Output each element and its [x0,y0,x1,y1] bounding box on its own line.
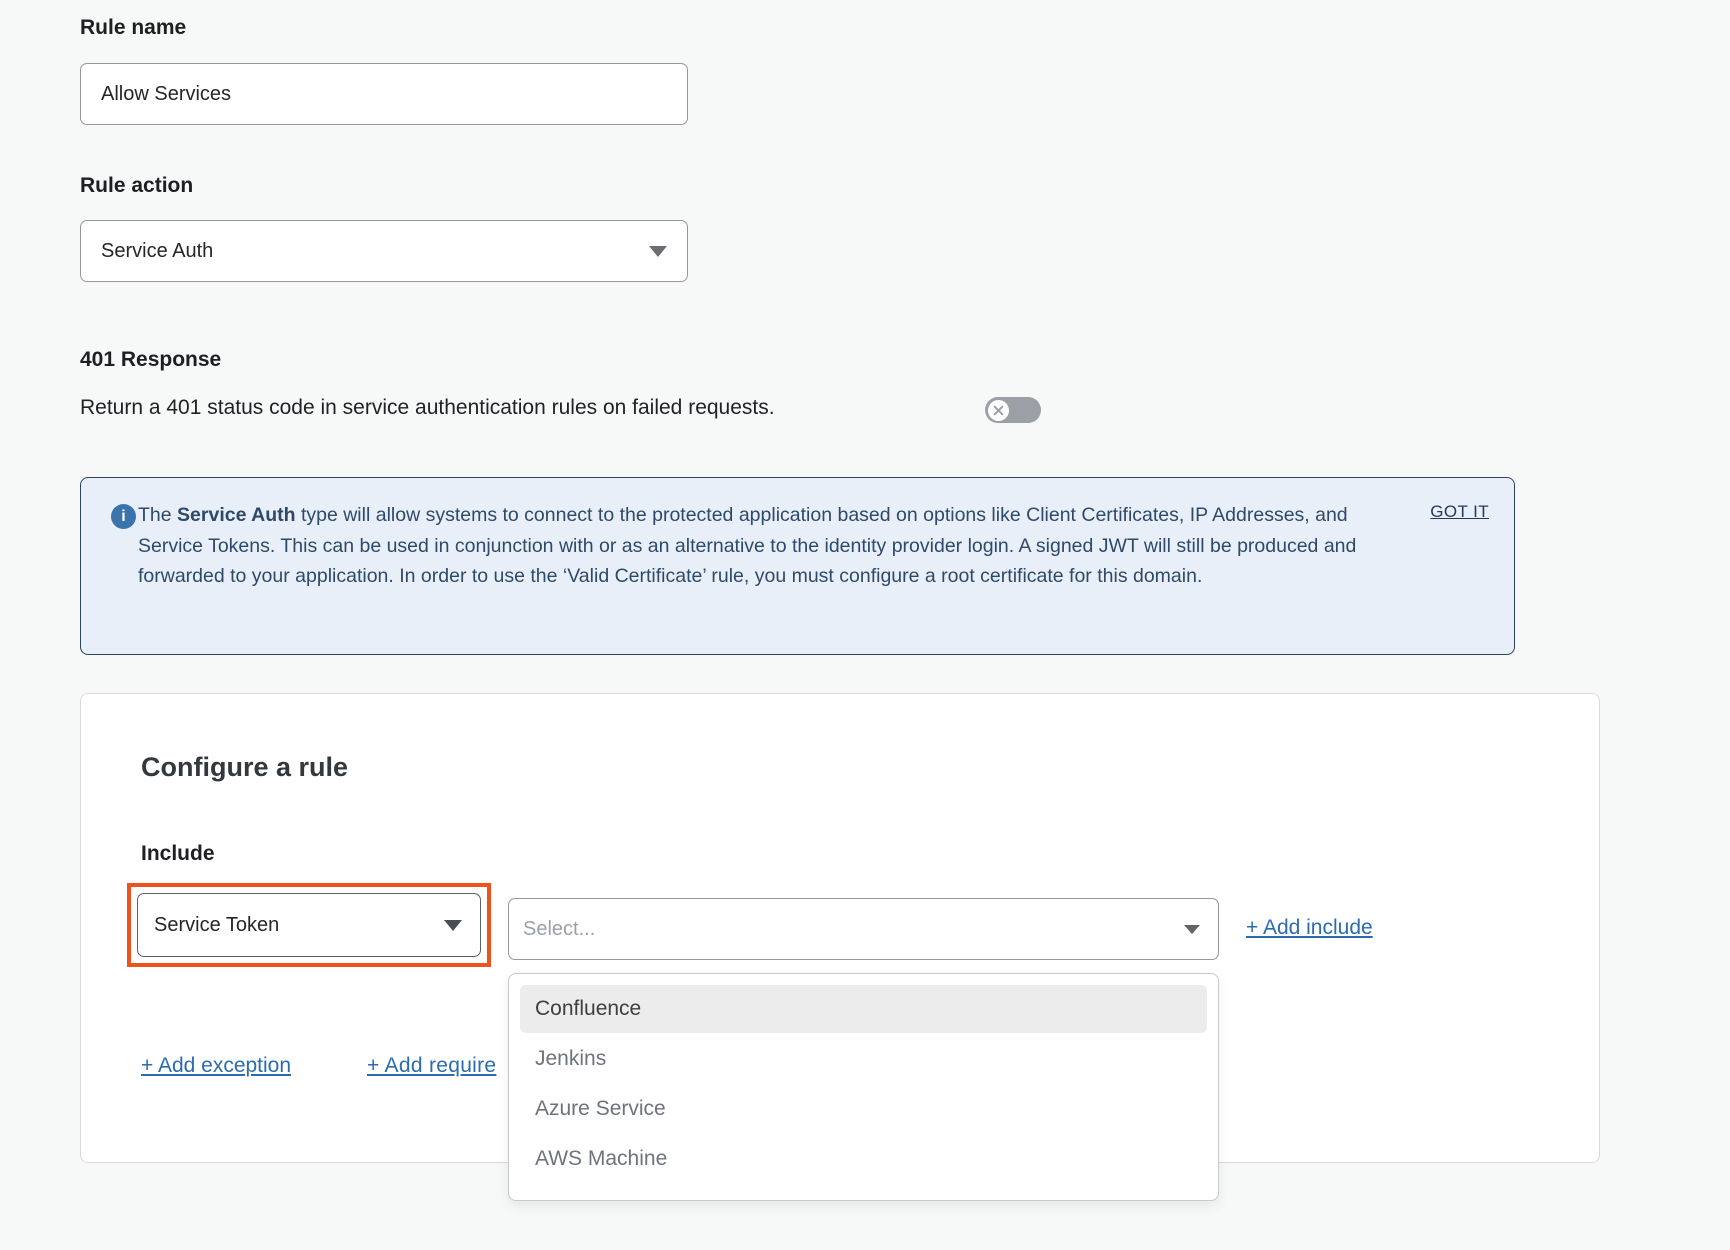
chevron-down-icon [444,920,462,931]
chevron-down-icon [1184,925,1200,934]
card-title: Configure a rule [141,752,348,783]
got-it-link[interactable]: GOT IT [1430,502,1489,522]
rule-name-label: Rule name [80,16,186,40]
response-401-toggle[interactable] [985,397,1041,423]
dropdown-option-jenkins[interactable]: Jenkins [520,1035,1207,1083]
include-value-select[interactable]: Select... [508,898,1219,960]
rule-action-value: Service Auth [101,240,213,263]
include-label: Include [141,842,215,866]
add-include-link[interactable]: + Add include [1246,916,1373,940]
banner-text-after: type will allow systems to connect to th… [138,504,1356,587]
response-401-description: Return a 401 status code in service auth… [80,396,775,420]
rule-action-select[interactable]: Service Auth [80,220,688,282]
add-exception-link[interactable]: + Add exception [141,1054,291,1078]
include-type-select[interactable]: Service Token [137,893,481,957]
configure-rule-card: Configure a rule Include Service Token S… [80,693,1600,1163]
include-type-value: Service Token [154,914,279,937]
dropdown-option-azure-service[interactable]: Azure Service [520,1085,1207,1133]
x-icon [993,405,1004,416]
toggle-knob [988,400,1009,421]
dropdown-option-aws-machine[interactable]: AWS Machine [520,1135,1207,1183]
annotation-highlight: Service Token [127,883,491,967]
banner-text-before: The [138,504,177,526]
banner-text: The Service Auth type will allow systems… [138,500,1406,592]
info-banner: i The Service Auth type will allow syste… [80,477,1515,655]
banner-text-bold: Service Auth [177,504,296,526]
add-require-link[interactable]: + Add require [367,1054,496,1078]
response-401-heading: 401 Response [80,348,221,372]
info-icon: i [111,504,136,529]
dropdown-option-confluence[interactable]: Confluence [520,985,1207,1033]
rule-name-value: Allow Services [101,83,231,106]
rule-name-input[interactable]: Allow Services [80,63,688,125]
include-options-panel: Confluence Jenkins Azure Service AWS Mac… [508,973,1219,1201]
rule-action-label: Rule action [80,174,193,198]
chevron-down-icon [649,246,667,257]
select-placeholder: Select... [523,918,595,941]
